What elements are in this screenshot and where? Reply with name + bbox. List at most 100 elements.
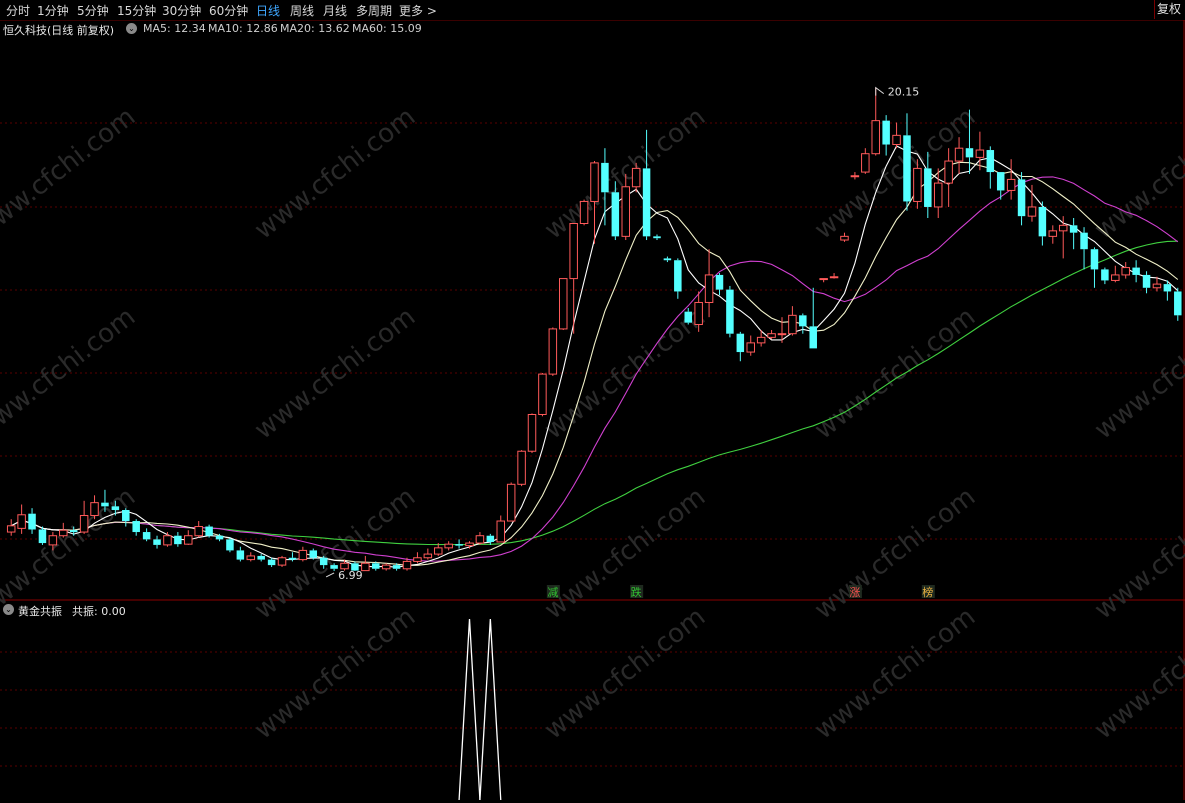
candle-body <box>48 535 58 546</box>
candle <box>674 258 682 299</box>
candle-body <box>944 160 953 184</box>
candle-body <box>132 521 140 533</box>
candle-body <box>1163 284 1172 292</box>
candle <box>423 548 433 560</box>
candle-body <box>38 529 47 544</box>
candle <box>986 146 995 189</box>
candle-body <box>809 326 817 349</box>
candle <box>767 330 776 340</box>
candle <box>663 256 672 263</box>
candle <box>1058 216 1068 259</box>
candle-body <box>372 563 380 569</box>
candle-body <box>913 167 922 202</box>
candle <box>38 526 47 545</box>
kline-chart[interactable]: www.cfchi.com www.cfchi.com www.cfchi.com w… <box>0 0 1185 803</box>
candle-body <box>298 549 308 561</box>
candle <box>444 541 453 551</box>
candle <box>1121 262 1130 279</box>
candle-body <box>288 557 297 560</box>
candle <box>704 249 714 318</box>
candle <box>142 528 151 542</box>
candle-body <box>694 301 703 326</box>
candle-body <box>330 565 338 569</box>
watermark-text: www.cfchi.com <box>539 482 711 626</box>
candle <box>601 148 609 226</box>
candle-body <box>1101 269 1109 281</box>
candle-body <box>611 192 620 237</box>
candle-body <box>756 336 766 344</box>
candle-body <box>642 168 651 237</box>
candle-body <box>496 520 506 543</box>
candle-body <box>684 311 692 323</box>
candle-body <box>799 315 807 327</box>
candle-body <box>746 342 755 353</box>
candle <box>1174 287 1182 321</box>
candle-body <box>527 414 537 452</box>
candle <box>736 331 745 362</box>
candle <box>1132 260 1140 283</box>
candle-body <box>829 276 839 279</box>
candle-body <box>340 562 349 570</box>
candle-body <box>413 557 422 562</box>
candle <box>944 148 953 207</box>
candle-body <box>402 560 412 570</box>
candle <box>361 555 370 572</box>
candle-body <box>309 550 318 558</box>
candle-body <box>903 135 911 202</box>
candle-body <box>579 200 589 224</box>
candle <box>829 273 839 279</box>
watermark-text: www.cfchi.com <box>249 602 421 746</box>
candle-body <box>277 557 287 566</box>
candle-body <box>381 564 391 570</box>
candle-body <box>996 172 1005 191</box>
candle-body <box>163 535 172 546</box>
candle <box>861 148 870 174</box>
candle <box>788 306 797 336</box>
candle-body <box>559 278 568 330</box>
candle-body <box>882 120 890 145</box>
watermark-text: www.cfchi.com <box>809 602 981 746</box>
candle <box>819 278 828 283</box>
watermark-text: www.cfchi.com <box>1089 482 1185 626</box>
candle-body <box>1121 267 1130 276</box>
candle <box>496 515 506 543</box>
candle-body <box>840 235 849 241</box>
candle-body <box>1069 225 1078 233</box>
candle <box>381 563 391 571</box>
candle-body <box>538 373 547 416</box>
candle-body <box>319 557 328 566</box>
candle <box>205 524 213 538</box>
candle-body <box>111 506 120 511</box>
candle-body <box>653 236 661 239</box>
candle-body <box>455 544 463 546</box>
signal-marker: 减 <box>547 586 558 599</box>
candle-body <box>1038 206 1047 237</box>
candle-body <box>986 150 995 173</box>
candle-body <box>861 153 870 173</box>
candle <box>1038 201 1047 246</box>
candle-body <box>79 515 89 533</box>
high-pointer <box>875 86 885 96</box>
candle-body <box>767 333 776 338</box>
candle-body <box>621 186 630 237</box>
candle <box>174 532 182 547</box>
candle <box>194 521 203 538</box>
candle-body <box>184 535 193 545</box>
watermark-text: www.cfchi.com <box>539 602 711 746</box>
candle-body <box>101 502 109 507</box>
candle-body <box>423 553 433 559</box>
candle-body <box>257 555 265 560</box>
candle <box>122 508 130 527</box>
candle <box>517 450 526 487</box>
candle-body <box>28 513 36 530</box>
watermark-text: www.cfchi.com <box>1089 302 1185 446</box>
watermark-text: www.cfchi.com <box>0 482 141 626</box>
candle-body <box>475 535 485 544</box>
candle-body <box>69 530 78 533</box>
candle <box>756 330 766 347</box>
candle-body <box>215 535 224 540</box>
candle <box>527 413 537 454</box>
low-price-label: 6.99 <box>338 569 363 582</box>
candle-body <box>1080 232 1088 250</box>
candle-body <box>1142 274 1151 288</box>
